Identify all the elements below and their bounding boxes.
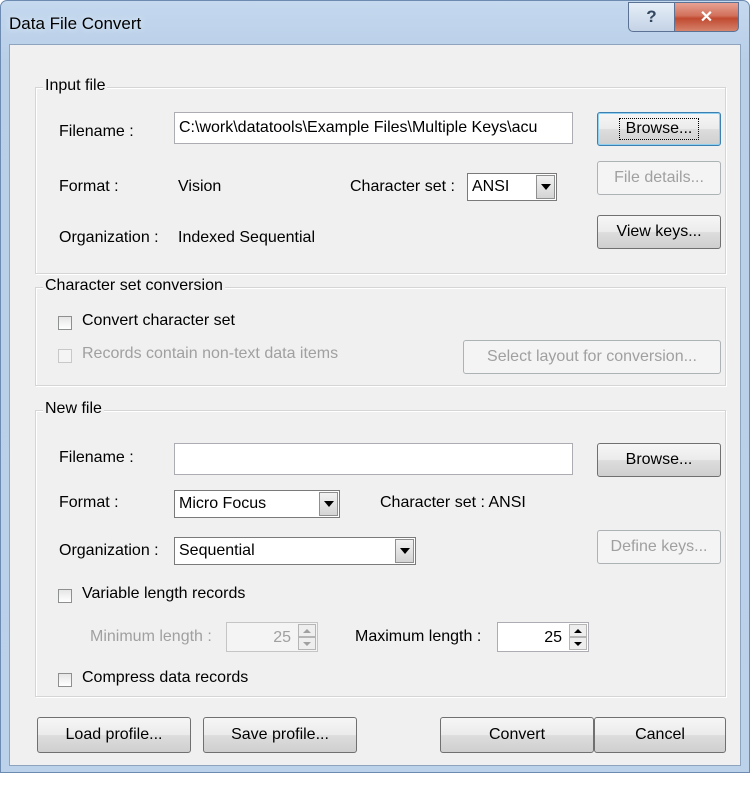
dialog-window: Data File Convert ? ✕ Input file Filenam…: [0, 0, 750, 773]
max-length-value: 25: [544, 629, 562, 646]
new-filename-field[interactable]: [174, 443, 573, 475]
min-length-label: Minimum length :: [90, 628, 212, 645]
convert-button[interactable]: Convert: [440, 717, 594, 753]
compress-records-label[interactable]: Compress data records: [82, 669, 248, 687]
variable-length-checkbox[interactable]: [58, 589, 72, 603]
compress-records-checkbox[interactable]: [58, 673, 72, 687]
input-filename-label: Filename :: [59, 123, 134, 140]
file-details-button[interactable]: File details...: [597, 161, 721, 195]
new-format-value: Micro Focus: [179, 495, 267, 512]
window-title: Data File Convert: [9, 14, 142, 33]
new-organization-label: Organization :: [59, 542, 159, 559]
new-filename-label: Filename :: [59, 449, 134, 466]
view-keys-button[interactable]: View keys...: [597, 215, 721, 249]
input-format-value: Vision: [178, 178, 222, 195]
title-bar[interactable]: Data File Convert ? ✕: [1, 1, 749, 45]
spin-down-icon[interactable]: [569, 637, 587, 650]
cancel-button[interactable]: Cancel: [594, 717, 726, 753]
convert-charset-label[interactable]: Convert character set: [82, 312, 235, 330]
save-profile-button[interactable]: Save profile...: [203, 717, 357, 753]
input-browse-label: Browse...: [618, 118, 700, 140]
input-filename-field[interactable]: C:\work\datatools\Example Files\Multiple…: [174, 112, 573, 144]
new-organization-select[interactable]: Sequential: [174, 537, 416, 565]
spin-up-icon[interactable]: [298, 624, 316, 637]
spin-up-icon[interactable]: [569, 624, 587, 637]
new-format-select[interactable]: Micro Focus: [174, 490, 340, 518]
new-file-legend: New file: [43, 400, 104, 418]
spin-down-icon[interactable]: [298, 637, 316, 650]
close-icon: ✕: [699, 9, 714, 26]
chevron-down-icon: [536, 175, 555, 199]
new-charset-text: Character set : ANSI: [380, 494, 526, 511]
input-organization-value: Indexed Sequential: [178, 229, 315, 246]
help-icon: ?: [646, 7, 657, 26]
new-format-label: Format :: [59, 494, 119, 511]
max-length-label: Maximum length :: [355, 628, 482, 645]
records-non-text-label[interactable]: Records contain non-text data items: [82, 345, 338, 363]
charset-conversion-legend: Character set conversion: [43, 277, 225, 295]
chevron-down-icon: [395, 539, 414, 563]
max-length-spin-buttons: [569, 624, 587, 650]
variable-length-label[interactable]: Variable length records: [82, 585, 245, 603]
chevron-down-icon: [319, 492, 338, 516]
new-browse-button[interactable]: Browse...: [597, 443, 721, 477]
input-browse-button[interactable]: Browse...: [597, 112, 721, 146]
input-file-legend: Input file: [43, 77, 108, 95]
select-layout-button[interactable]: Select layout for conversion...: [463, 340, 721, 374]
dialog-client-area: Input file Filename : C:\work\datatools\…: [9, 44, 741, 766]
input-format-label: Format :: [59, 178, 119, 195]
input-charset-select[interactable]: ANSI: [467, 173, 557, 201]
load-profile-button[interactable]: Load profile...: [37, 717, 191, 753]
min-length-value: 25: [273, 629, 291, 646]
convert-charset-checkbox[interactable]: [58, 316, 72, 330]
input-charset-value: ANSI: [472, 178, 510, 195]
min-length-spin-buttons: [298, 624, 316, 650]
records-non-text-checkbox[interactable]: [58, 349, 72, 363]
input-organization-label: Organization :: [59, 229, 159, 246]
max-length-spinner[interactable]: 25: [497, 622, 589, 652]
help-button[interactable]: ?: [628, 2, 674, 32]
define-keys-button[interactable]: Define keys...: [597, 530, 721, 564]
close-button[interactable]: ✕: [674, 2, 739, 32]
input-charset-label: Character set :: [350, 178, 455, 195]
min-length-spinner[interactable]: 25: [226, 622, 318, 652]
new-organization-value: Sequential: [179, 542, 255, 559]
